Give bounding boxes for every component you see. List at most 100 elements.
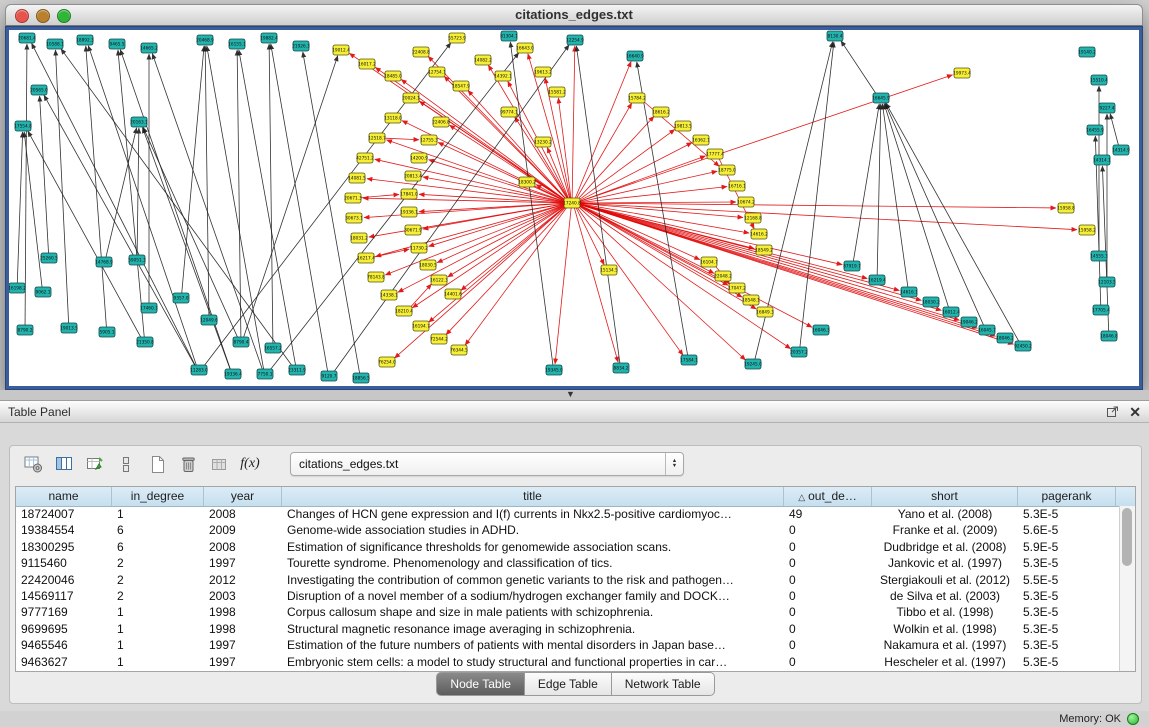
graph-node[interactable]: 20163.1 (130, 117, 148, 127)
graph-edge[interactable] (28, 131, 141, 337)
graph-node[interactable]: 5905.1 (99, 327, 115, 337)
graph-edge[interactable] (385, 138, 419, 140)
graph-edge[interactable] (575, 62, 631, 199)
graph-edge[interactable] (17, 132, 22, 283)
tab-node-table[interactable]: Node Table (436, 672, 525, 696)
graph-node[interactable]: 78143.8 (367, 272, 385, 282)
graph-edge[interactable] (438, 142, 565, 201)
graph-node[interactable]: 19046.2 (960, 317, 978, 327)
graph-node[interactable]: 16557.2 (264, 343, 282, 353)
graph-node[interactable]: 22408.8 (412, 47, 430, 57)
column-header-out_degree[interactable]: △out_de… (784, 487, 872, 506)
graph-node[interactable]: 14338.1 (380, 290, 398, 300)
table-row[interactable]: 1938455462009Genome-wide association stu… (16, 522, 1120, 538)
table-settings-icon[interactable] (20, 451, 46, 477)
graph-node[interactable]: 15134.5 (600, 265, 618, 275)
panel-splitter-handle[interactable]: ▼ (566, 389, 575, 399)
table-selector-dropdown[interactable]: citations_edges.txt ▲▼ (290, 452, 684, 476)
graph-edge[interactable] (580, 204, 842, 265)
graph-node[interactable]: 19336.1 (400, 207, 418, 217)
graph-node[interactable]: 15581.2 (548, 87, 566, 97)
graph-node[interactable]: 12754.1 (428, 67, 446, 77)
graph-edge[interactable] (853, 104, 879, 261)
tab-edge-table[interactable]: Edge Table (525, 672, 612, 696)
graph-node[interactable]: 16198.2 (9, 283, 26, 293)
graph-edge[interactable] (361, 194, 399, 197)
graph-node[interactable]: 76344.5 (450, 345, 468, 355)
graph-node[interactable]: 19613.2 (534, 67, 552, 77)
graph-node[interactable]: 8790.2 (17, 325, 33, 335)
graph-node[interactable]: 20681.4 (18, 33, 36, 43)
graph-node[interactable]: 14314.9 (1112, 145, 1130, 155)
close-window-button[interactable] (15, 9, 29, 23)
graph-node[interactable]: 14200.9 (410, 153, 428, 163)
graph-node[interactable]: 19973.4 (953, 68, 971, 78)
graph-node[interactable]: 18046.8 (1100, 331, 1118, 341)
graph-node[interactable]: 10588.1 (46, 39, 64, 49)
graph-node[interactable]: 14665.2 (140, 43, 158, 53)
graph-edge[interactable] (580, 156, 706, 201)
graph-edge[interactable] (446, 207, 566, 335)
import-table-icon[interactable] (82, 451, 108, 477)
column-header-short[interactable]: short (872, 487, 1018, 506)
column-header-year[interactable]: year (204, 487, 282, 506)
tab-network-table[interactable]: Network Table (612, 672, 715, 696)
graph-edge[interactable] (55, 50, 68, 323)
graph-node[interactable]: 11283.0 (190, 365, 208, 375)
graph-node[interactable]: 21350.8 (136, 337, 154, 347)
graph-edge[interactable] (61, 49, 292, 366)
table-row[interactable]: 946362711997Embryonic stem cells: a mode… (16, 654, 1120, 670)
table-row[interactable]: 969969511998Structural magnetic resonanc… (16, 621, 1120, 637)
graph-node[interactable]: 14616.1 (900, 287, 918, 297)
graph-edge[interactable] (580, 204, 868, 278)
graph-node[interactable]: 18046.2 (996, 333, 1014, 343)
graph-node[interactable]: 92450.2 (1014, 341, 1032, 351)
graph-node[interactable]: 7750.1 (257, 369, 273, 379)
graph-node[interactable]: 19813.5 (674, 121, 692, 131)
graph-node[interactable]: 15958.2 (1078, 225, 1096, 235)
graph-node[interactable]: 12254.9 (566, 35, 584, 45)
graph-node[interactable]: 99774.1 (500, 107, 518, 117)
graph-node[interactable]: 12049.6 (200, 315, 218, 325)
graph-node[interactable]: 18300.2 (518, 177, 536, 187)
graph-node[interactable]: 18775.0 (718, 165, 736, 175)
graph-node[interactable]: 16194.7 (412, 321, 430, 331)
table-vertical-scrollbar[interactable] (1119, 506, 1135, 671)
graph-node[interactable]: 9062.1 (35, 287, 51, 297)
graph-node[interactable]: 19882.4 (260, 33, 278, 43)
graph-node[interactable]: 17841.0 (400, 189, 418, 199)
graph-edge[interactable] (106, 128, 137, 257)
column-header-name[interactable]: name (16, 487, 112, 506)
table-row[interactable]: 1830029562008Estimation of significance … (16, 539, 1120, 555)
graph-edge[interactable] (841, 41, 876, 94)
network-canvas[interactable]: 20681.410588.118892.39465.514665.220468.… (9, 30, 1139, 386)
graph-edge[interactable] (555, 208, 571, 364)
graph-node[interactable]: 30673.1 (345, 213, 363, 223)
graph-edge[interactable] (303, 52, 360, 373)
graph-edge[interactable] (25, 44, 27, 325)
graph-edge[interactable] (269, 44, 273, 343)
graph-node[interactable]: 19140.2 (1078, 47, 1096, 57)
function-builder-icon[interactable]: f(x) (237, 451, 263, 477)
graph-edge[interactable] (40, 96, 49, 253)
graph-node[interactable]: 8130.4 (827, 31, 843, 41)
table-row[interactable]: 911546021997Tourette syndrome. Phenomeno… (16, 555, 1120, 571)
graph-node[interactable]: 16155.1 (228, 39, 246, 49)
graph-node[interactable]: 17777.4 (706, 149, 724, 159)
graph-edge[interactable] (410, 284, 432, 308)
graph-edge[interactable] (86, 46, 107, 327)
graph-edge[interactable] (580, 202, 736, 203)
graph-node[interactable]: 22048.2 (714, 271, 732, 281)
graph-node[interactable]: 55723.9 (448, 33, 466, 43)
graph-edge[interactable] (204, 43, 451, 366)
graph-node[interactable]: 17460.3 (140, 303, 158, 313)
graph-node[interactable]: 9357.0 (173, 293, 189, 303)
graph-node[interactable]: 19245.0 (744, 359, 762, 369)
graph-node[interactable]: 12168.8 (744, 213, 762, 223)
graph-edge[interactable] (578, 116, 654, 199)
column-header-title[interactable]: title (282, 487, 784, 506)
graph-node[interactable]: 76254.0 (378, 357, 396, 367)
graph-node[interactable]: 13230.2 (534, 137, 552, 147)
row-tools-icon[interactable] (113, 451, 139, 477)
graph-node[interactable]: 16643.0 (516, 43, 534, 53)
